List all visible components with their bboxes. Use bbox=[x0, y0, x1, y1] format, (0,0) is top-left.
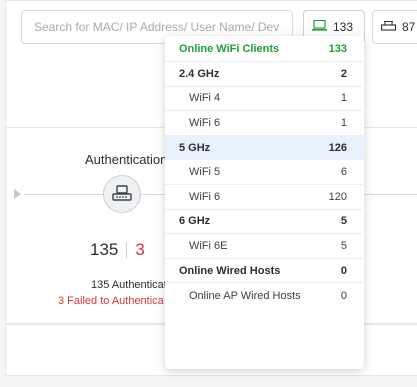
dropdown-row-label: WiFi 6E bbox=[189, 239, 228, 252]
dropdown-row-wifi-6e[interactable]: WiFi 6E 5 bbox=[165, 234, 364, 259]
flow-arrow-icon bbox=[14, 189, 21, 199]
dropdown-row-label: WiFi 5 bbox=[189, 166, 221, 179]
dropdown-row-value: 2 bbox=[340, 67, 347, 80]
dropdown-row-value: 5 bbox=[340, 239, 347, 252]
dropdown-row-label: Online WiFi Clients bbox=[179, 42, 280, 55]
dropdown-row-online-ap-wired-hosts[interactable]: Online AP Wired Hosts 0 bbox=[165, 283, 364, 308]
authenticated-count[interactable]: 135 bbox=[90, 240, 118, 260]
dropdown-row-online-wifi-clients[interactable]: Online WiFi Clients 133 bbox=[165, 36, 364, 62]
dropdown-row-wifi-6-5[interactable]: WiFi 6 120 bbox=[165, 185, 364, 210]
dropdown-row-value: 133 bbox=[328, 42, 347, 55]
page: Search for MAC/ IP Address/ User Name/ D… bbox=[0, 0, 417, 387]
dropdown-row-wifi-6-24[interactable]: WiFi 6 1 bbox=[165, 111, 364, 136]
dropdown-row-value: 1 bbox=[340, 116, 347, 129]
dropdown-row-label: WiFi 4 bbox=[189, 92, 221, 105]
dropdown-row-label: 2.4 GHz bbox=[179, 67, 220, 80]
network-switch-icon[interactable] bbox=[103, 175, 141, 213]
dropdown-row-value: 0 bbox=[340, 264, 347, 277]
laptop-icon bbox=[312, 19, 327, 34]
wired-hosts-count: 87 bbox=[402, 20, 416, 34]
dropdown-row-value: 0 bbox=[340, 289, 347, 302]
auth-counts: 135 3 bbox=[90, 240, 145, 260]
authentication-title: Authentication bbox=[85, 152, 168, 167]
dropdown-row-label: 6 GHz bbox=[179, 215, 211, 228]
dropdown-row-value: 126 bbox=[328, 141, 347, 154]
dropdown-row-value: 120 bbox=[328, 190, 347, 203]
wifi-clients-count: 133 bbox=[333, 20, 354, 34]
dropdown-row-wifi-5[interactable]: WiFi 5 6 bbox=[165, 160, 364, 185]
dropdown-row-label: WiFi 6 bbox=[189, 190, 221, 203]
dropdown-row-label: WiFi 6 bbox=[189, 116, 221, 129]
dropdown-row-label: 5 GHz bbox=[179, 141, 211, 154]
dropdown-row-label: Online AP Wired Hosts bbox=[189, 289, 301, 302]
dropdown-row-2-4-ghz[interactable]: 2.4 GHz 2 bbox=[165, 62, 364, 87]
dropdown-row-online-wired-hosts[interactable]: Online Wired Hosts 0 bbox=[165, 259, 364, 284]
wifi-clients-dropdown: Online WiFi Clients 133 2.4 GHz 2 WiFi 41 … bbox=[165, 36, 364, 369]
failed-label: 3 Failed to Authentica bbox=[58, 295, 164, 307]
dropdown-row-6-ghz[interactable]: 6 GHz 5 bbox=[165, 210, 364, 235]
dropdown-row-label: Online Wired Hosts bbox=[179, 264, 281, 277]
switch-icon bbox=[380, 20, 397, 34]
dropdown-row-value: 6 bbox=[340, 166, 347, 179]
count-divider bbox=[126, 242, 128, 258]
dropdown-row-5-ghz[interactable]: 5 GHz 126 bbox=[165, 135, 364, 161]
dropdown-row-wifi-4[interactable]: WiFi 4 1 bbox=[165, 87, 364, 112]
wired-hosts-button[interactable]: 87 bbox=[372, 10, 417, 44]
failed-count[interactable]: 3 bbox=[135, 240, 144, 260]
dropdown-row-value: 5 bbox=[340, 215, 347, 228]
search-placeholder: Search for MAC/ IP Address/ User Name/ D… bbox=[34, 20, 280, 34]
dropdown-row-value: 1 bbox=[340, 92, 347, 105]
